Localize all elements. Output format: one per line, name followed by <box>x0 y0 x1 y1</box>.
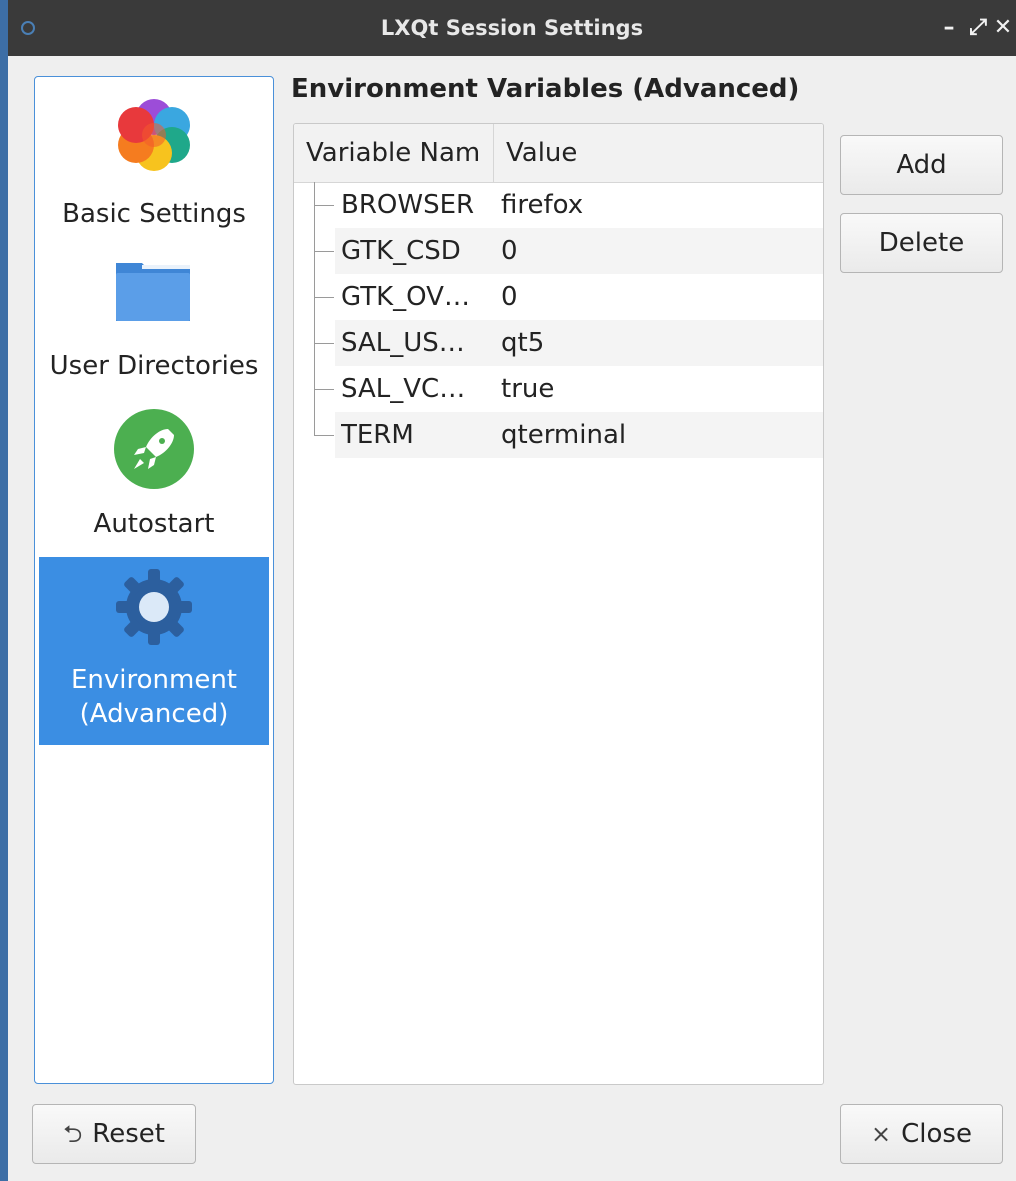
variable-value: 0 <box>501 236 518 266</box>
variable-value: firefox <box>501 190 584 220</box>
undo-icon: ⮌ <box>63 1120 83 1148</box>
variable-name: GTK_OV… <box>341 282 470 312</box>
variable-name: GTK_CSD <box>341 236 461 266</box>
folder-icon <box>116 263 190 321</box>
category-sidebar: Basic Settings User Directories Autostar… <box>34 76 274 1084</box>
reset-label: Reset <box>92 1119 165 1149</box>
variable-value: true <box>501 374 555 404</box>
sidebar-item-autostart[interactable]: Autostart <box>39 403 269 553</box>
variable-name: SAL_US… <box>341 328 465 358</box>
table-row[interactable]: TERM qterminal <box>294 412 823 458</box>
preferences-flower-icon <box>118 99 190 171</box>
environment-variables-tree[interactable]: Variable Nam Value BROWSER firefox GTK_C… <box>293 123 824 1085</box>
session-settings-window: LXQt Session Settings – ⤢ ✕ Basic Settin… <box>0 0 1016 1181</box>
window-title: LXQt Session Settings <box>380 16 644 40</box>
gear-icon <box>116 569 192 645</box>
table-row[interactable]: GTK_CSD 0 <box>294 228 823 274</box>
variable-name: TERM <box>341 420 414 450</box>
add-button[interactable]: Add <box>840 135 1003 195</box>
variable-value: 0 <box>501 282 518 312</box>
minimize-button[interactable]: – <box>936 14 962 42</box>
sidebar-item-user-directories[interactable]: User Directories <box>39 245 269 395</box>
table-row[interactable]: GTK_OV… 0 <box>294 274 823 320</box>
reset-button[interactable]: ⮌ Reset <box>32 1104 196 1164</box>
variable-name: BROWSER <box>341 190 475 220</box>
variable-name: SAL_VC… <box>341 374 466 404</box>
table-row[interactable]: SAL_US… qt5 <box>294 320 823 366</box>
close-button[interactable]: × Close <box>840 1104 1003 1164</box>
sidebar-item-label: User Directories <box>49 351 259 381</box>
sidebar-item-basic-settings[interactable]: Basic Settings <box>39 85 269 241</box>
column-header-variable-name[interactable]: Variable Nam <box>294 124 494 182</box>
close-icon: × <box>871 1120 892 1148</box>
variable-value: qt5 <box>501 328 545 358</box>
sidebar-item-label: Autostart <box>93 509 215 539</box>
maximize-button[interactable]: ⤢ <box>965 14 991 42</box>
rocket-icon <box>114 409 194 489</box>
close-label: Close <box>901 1119 972 1149</box>
sidebar-item-environment[interactable]: Environment (Advanced) <box>39 557 269 745</box>
column-header-value[interactable]: Value <box>494 124 823 182</box>
sidebar-item-label-line2: (Advanced) <box>79 699 229 729</box>
tree-header: Variable Nam Value <box>294 124 823 183</box>
table-row[interactable]: SAL_VC… true <box>294 366 823 412</box>
table-row[interactable]: BROWSER firefox <box>294 182 823 228</box>
page-title: Environment Variables (Advanced) <box>291 74 800 104</box>
delete-button[interactable]: Delete <box>840 213 1003 273</box>
sidebar-item-label: Basic Settings <box>62 199 246 229</box>
close-window-button[interactable]: ✕ <box>990 14 1016 42</box>
title-bar[interactable]: LXQt Session Settings – ⤢ ✕ <box>8 0 1016 56</box>
sidebar-item-label-line1: Environment <box>70 665 238 695</box>
variable-value: qterminal <box>501 420 627 450</box>
